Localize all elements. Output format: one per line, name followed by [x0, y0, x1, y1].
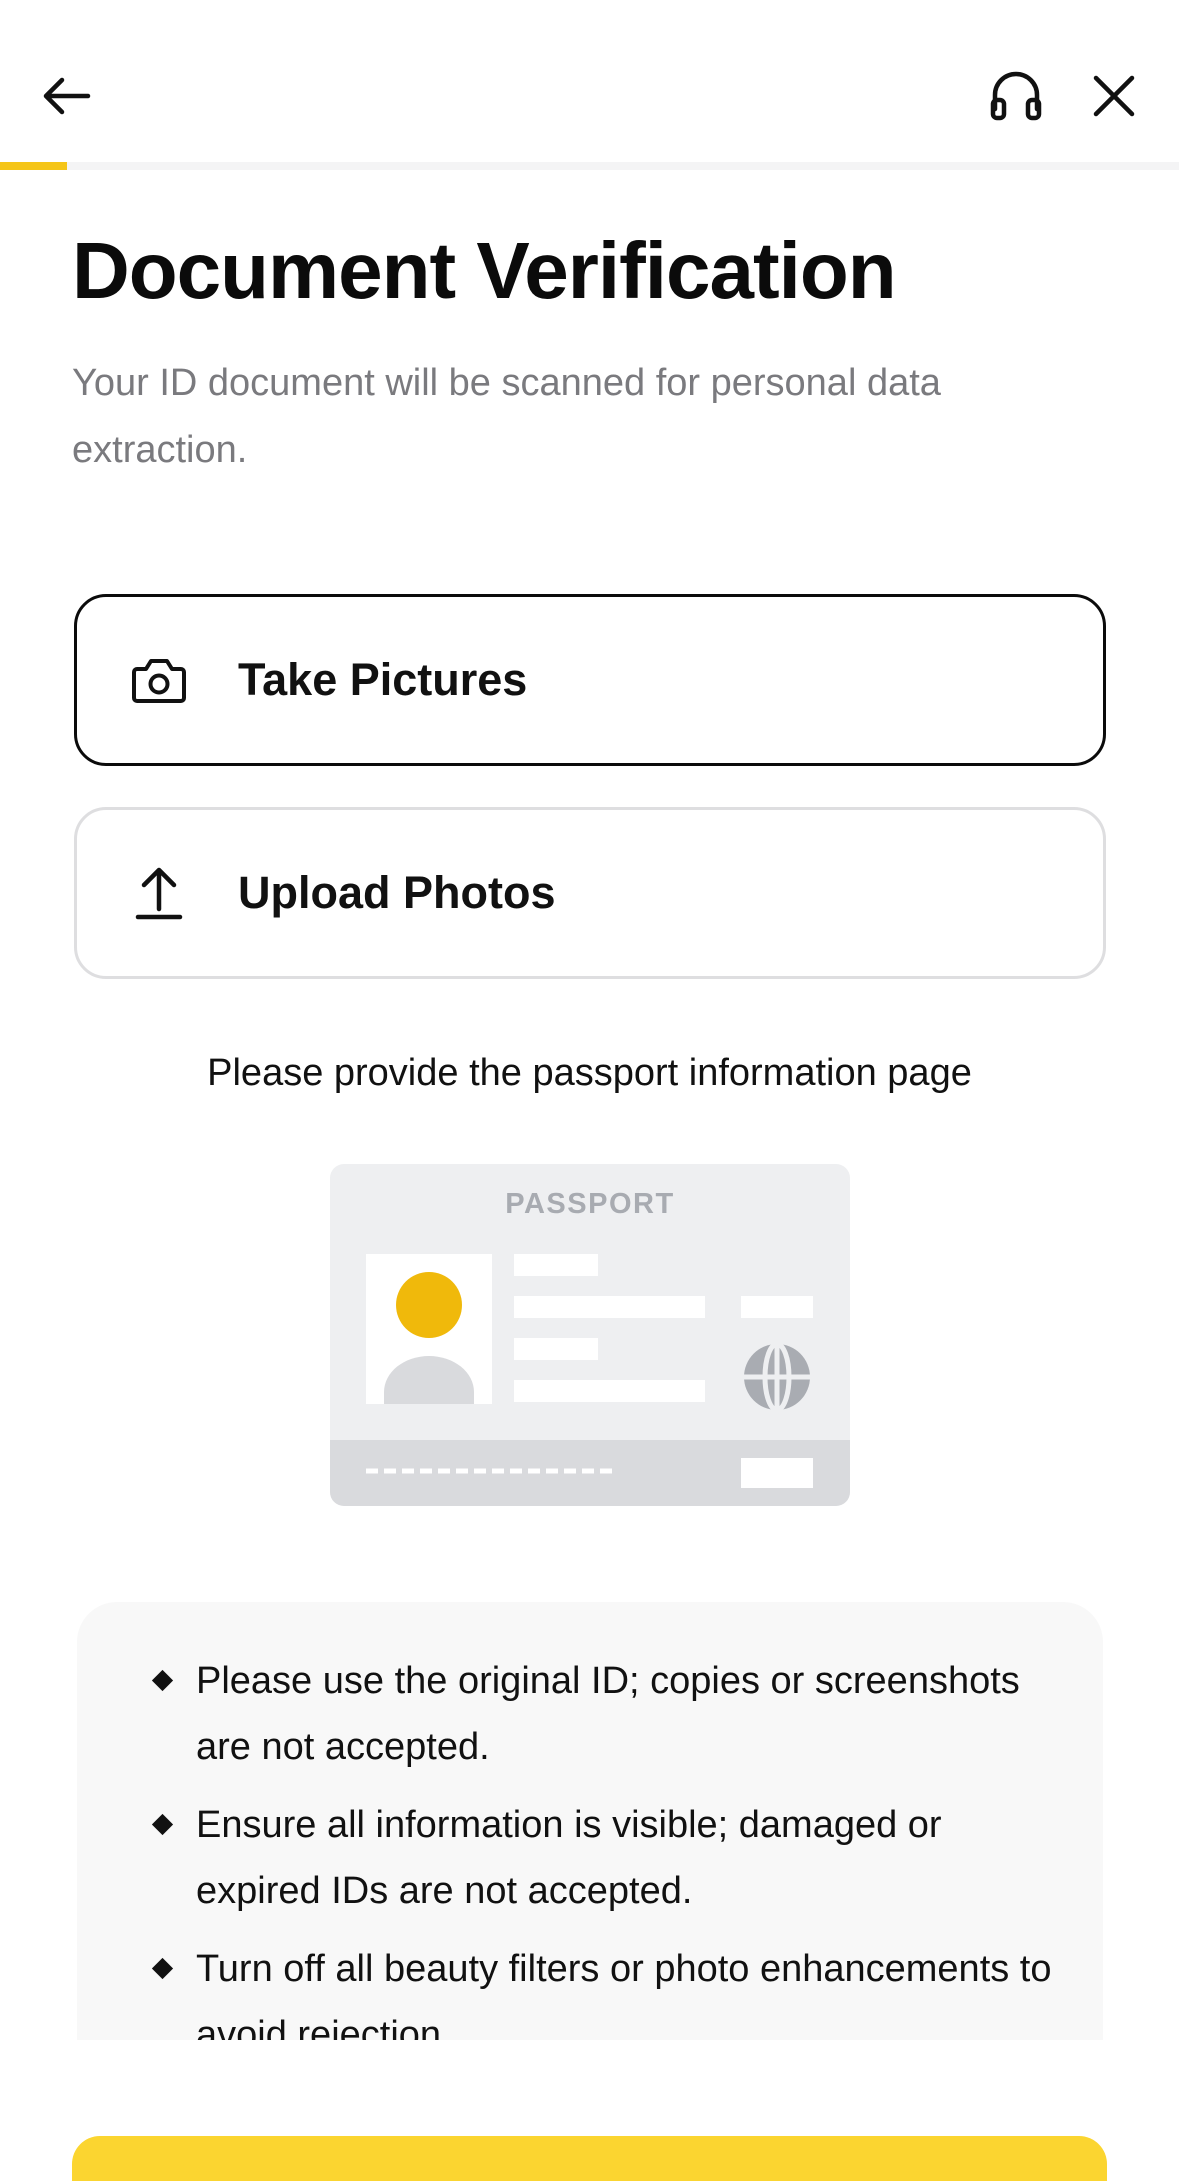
support-button[interactable]	[980, 60, 1052, 132]
tip-item: Turn off all beauty filters or photo enh…	[77, 1936, 1103, 2042]
take-pictures-button[interactable]: Take Pictures	[74, 594, 1106, 766]
tip-item: Please use the original ID; copies or sc…	[77, 1648, 1103, 1780]
upload-photos-button[interactable]: Upload Photos	[74, 807, 1106, 979]
avatar-head	[396, 1272, 462, 1338]
page-title: Document Verification	[72, 226, 897, 315]
page-subtitle: Your ID document will be scanned for per…	[72, 362, 941, 471]
tips-panel: Please use the original ID; copies or sc…	[77, 1602, 1103, 2042]
take-pictures-label: Take Pictures	[238, 654, 528, 705]
headphones-icon	[990, 71, 1042, 121]
progress-bar	[0, 162, 1179, 170]
close-icon	[1093, 75, 1135, 117]
upload-icon	[127, 861, 191, 925]
back-button[interactable]	[30, 60, 102, 132]
continue-button[interactable]	[72, 2136, 1107, 2181]
top-bar	[0, 0, 1179, 170]
tip-item: Ensure all information is visible; damag…	[77, 1792, 1103, 1924]
passport-illustration: PASSPORT	[330, 1164, 850, 1506]
bullet-icon	[151, 1813, 174, 1836]
arrow-left-icon	[43, 77, 91, 115]
progress-bar-fill	[0, 162, 68, 170]
passport-instruction: Please provide the passport information …	[207, 1052, 972, 1094]
passport-label: PASSPORT	[505, 1188, 675, 1220]
camera-icon	[127, 648, 191, 712]
document-verification-screen: Document Verification Your ID document w…	[0, 0, 1179, 2181]
close-button[interactable]	[1078, 60, 1150, 132]
bullet-icon	[151, 1957, 174, 1980]
globe-icon	[744, 1341, 810, 1413]
upload-photos-label: Upload Photos	[238, 867, 556, 918]
bullet-icon	[151, 1669, 174, 1692]
